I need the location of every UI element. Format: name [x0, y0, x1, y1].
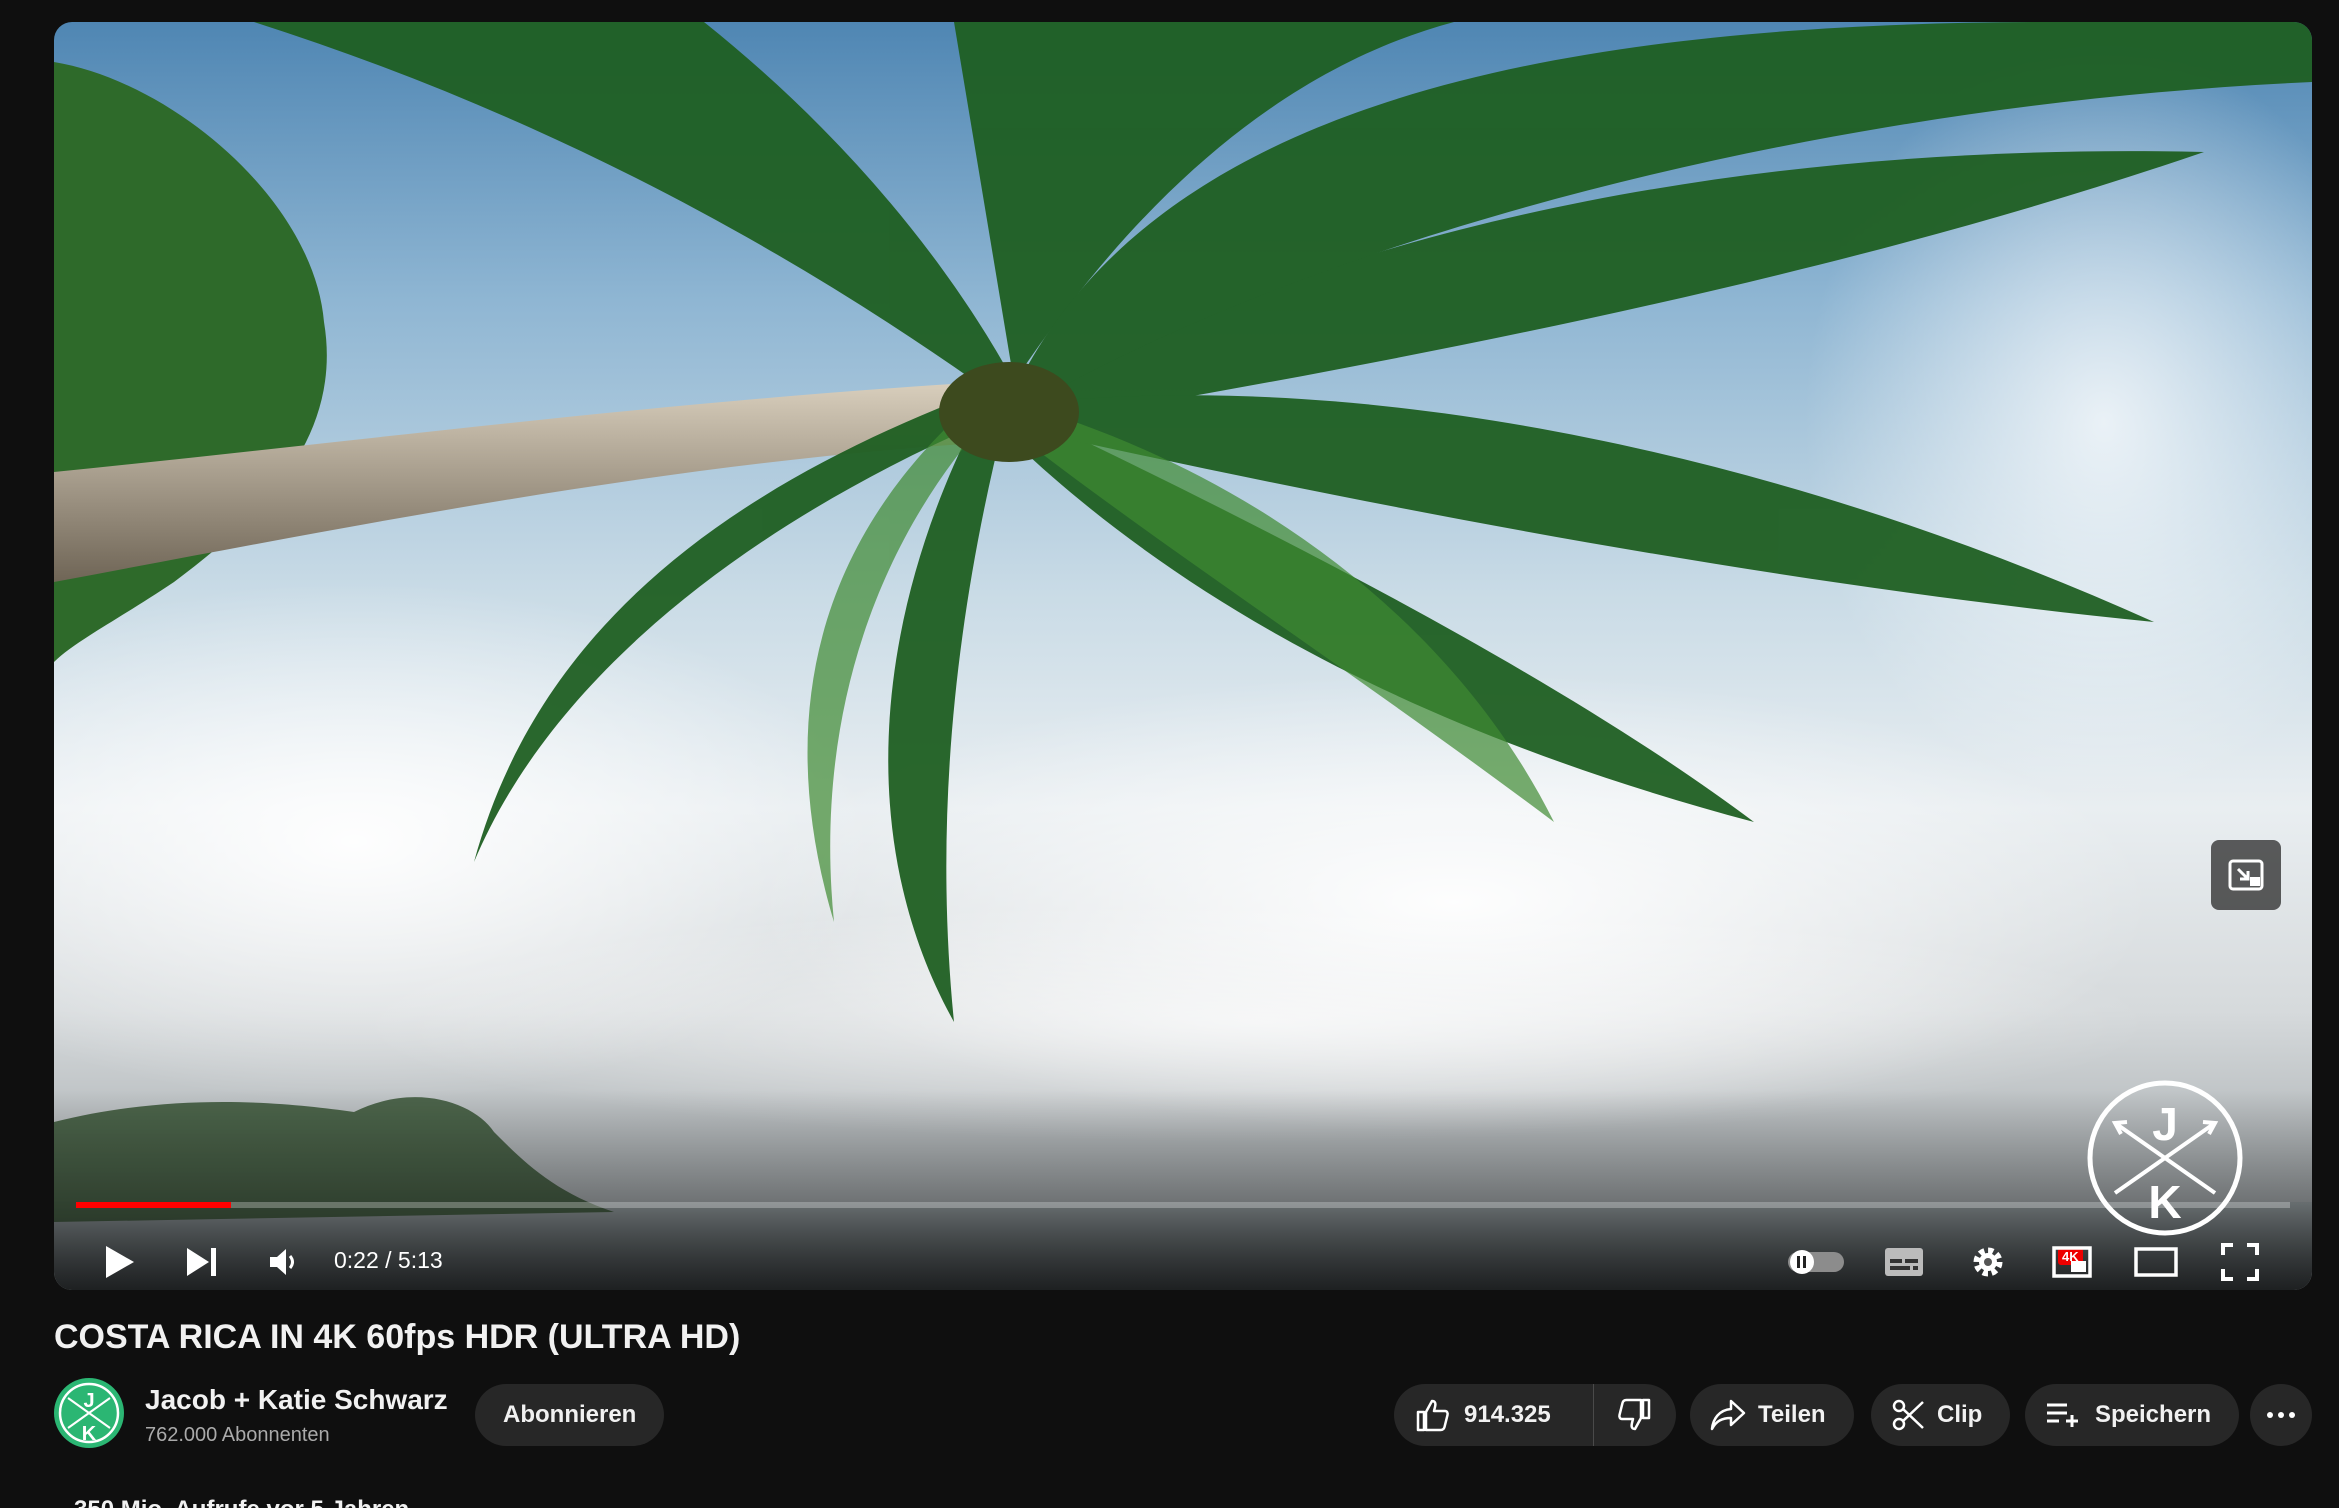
- watermark-letter-j: J: [2152, 1098, 2178, 1150]
- play-icon: [106, 1246, 134, 1278]
- scissors-icon: [1892, 1399, 1924, 1431]
- subtitles-button[interactable]: [1880, 1240, 1928, 1284]
- add-to-playlist-icon: [2047, 1403, 2078, 1427]
- channel-logo-icon: J K: [58, 1382, 120, 1445]
- view-count-partial: 350 Mio. Aufrufe vor 5 Jahren: [74, 1496, 409, 1508]
- miniplayer-button[interactable]: [2048, 1240, 2096, 1284]
- thumbs-up-icon: [1416, 1399, 1449, 1432]
- subscribe-button[interactable]: Abonnieren: [475, 1384, 665, 1446]
- clip-label: Clip: [1937, 1401, 1983, 1428]
- clip-button[interactable]: Clip: [1871, 1384, 2011, 1446]
- like-button[interactable]: 914.325: [1394, 1384, 1594, 1446]
- more-horizontal-icon: [2267, 1412, 2295, 1418]
- autoplay-toggle-icon: [1788, 1250, 1844, 1274]
- more-actions-button[interactable]: [2250, 1384, 2312, 1446]
- settings-icon: [1973, 1247, 2003, 1277]
- save-button[interactable]: Speichern: [2025, 1384, 2240, 1446]
- settings-button[interactable]: [1964, 1240, 2012, 1284]
- miniplayer-icon: [2052, 1246, 2092, 1278]
- volume-button[interactable]: [260, 1240, 308, 1284]
- fullscreen-icon: [2221, 1243, 2259, 1281]
- time-display: 0:22 / 5:13: [334, 1247, 443, 1273]
- like-dislike-group: 914.325: [1394, 1384, 1676, 1446]
- avatar-letter-j: J: [83, 1390, 94, 1412]
- thumbs-down-icon: [1618, 1398, 1651, 1431]
- autoplay-toggle[interactable]: [1784, 1240, 1848, 1284]
- next-button[interactable]: [178, 1240, 226, 1284]
- play-button[interactable]: [96, 1240, 144, 1284]
- share-icon: [1710, 1399, 1746, 1431]
- theater-mode-icon: [2134, 1247, 2178, 1277]
- pip-icon[interactable]: [2211, 840, 2281, 910]
- subtitles-icon: [1885, 1248, 1923, 1276]
- share-label: Teilen: [1758, 1401, 1826, 1428]
- video-title: COSTA RICA IN 4K 60fps HDR (ULTRA HD): [54, 1318, 741, 1356]
- next-icon: [187, 1248, 216, 1276]
- share-button[interactable]: Teilen: [1690, 1384, 1854, 1446]
- save-label: Speichern: [2095, 1401, 2212, 1428]
- dislike-button[interactable]: [1594, 1384, 1676, 1446]
- channel-watermark[interactable]: J K: [2085, 1078, 2245, 1238]
- video-player[interactable]: J K 0:22 / 5:13 4K: [54, 22, 2312, 1290]
- theater-mode-button[interactable]: [2132, 1240, 2180, 1284]
- volume-icon: [270, 1249, 294, 1275]
- fullscreen-button[interactable]: [2216, 1240, 2264, 1284]
- channel-name[interactable]: Jacob + Katie Schwarz: [145, 1384, 448, 1416]
- youtube-watch-page: J K 0:22 / 5:13 4K COSTA RICA IN 4K 60fp…: [0, 0, 2339, 1508]
- subscriber-count: 762.000 Abonnenten: [145, 1424, 330, 1446]
- progress-played: [76, 1202, 231, 1208]
- progress-bar[interactable]: [76, 1202, 2290, 1208]
- avatar-letter-k: K: [82, 1423, 97, 1445]
- like-count: 914.325: [1464, 1401, 1551, 1428]
- channel-avatar[interactable]: J K: [54, 1378, 124, 1448]
